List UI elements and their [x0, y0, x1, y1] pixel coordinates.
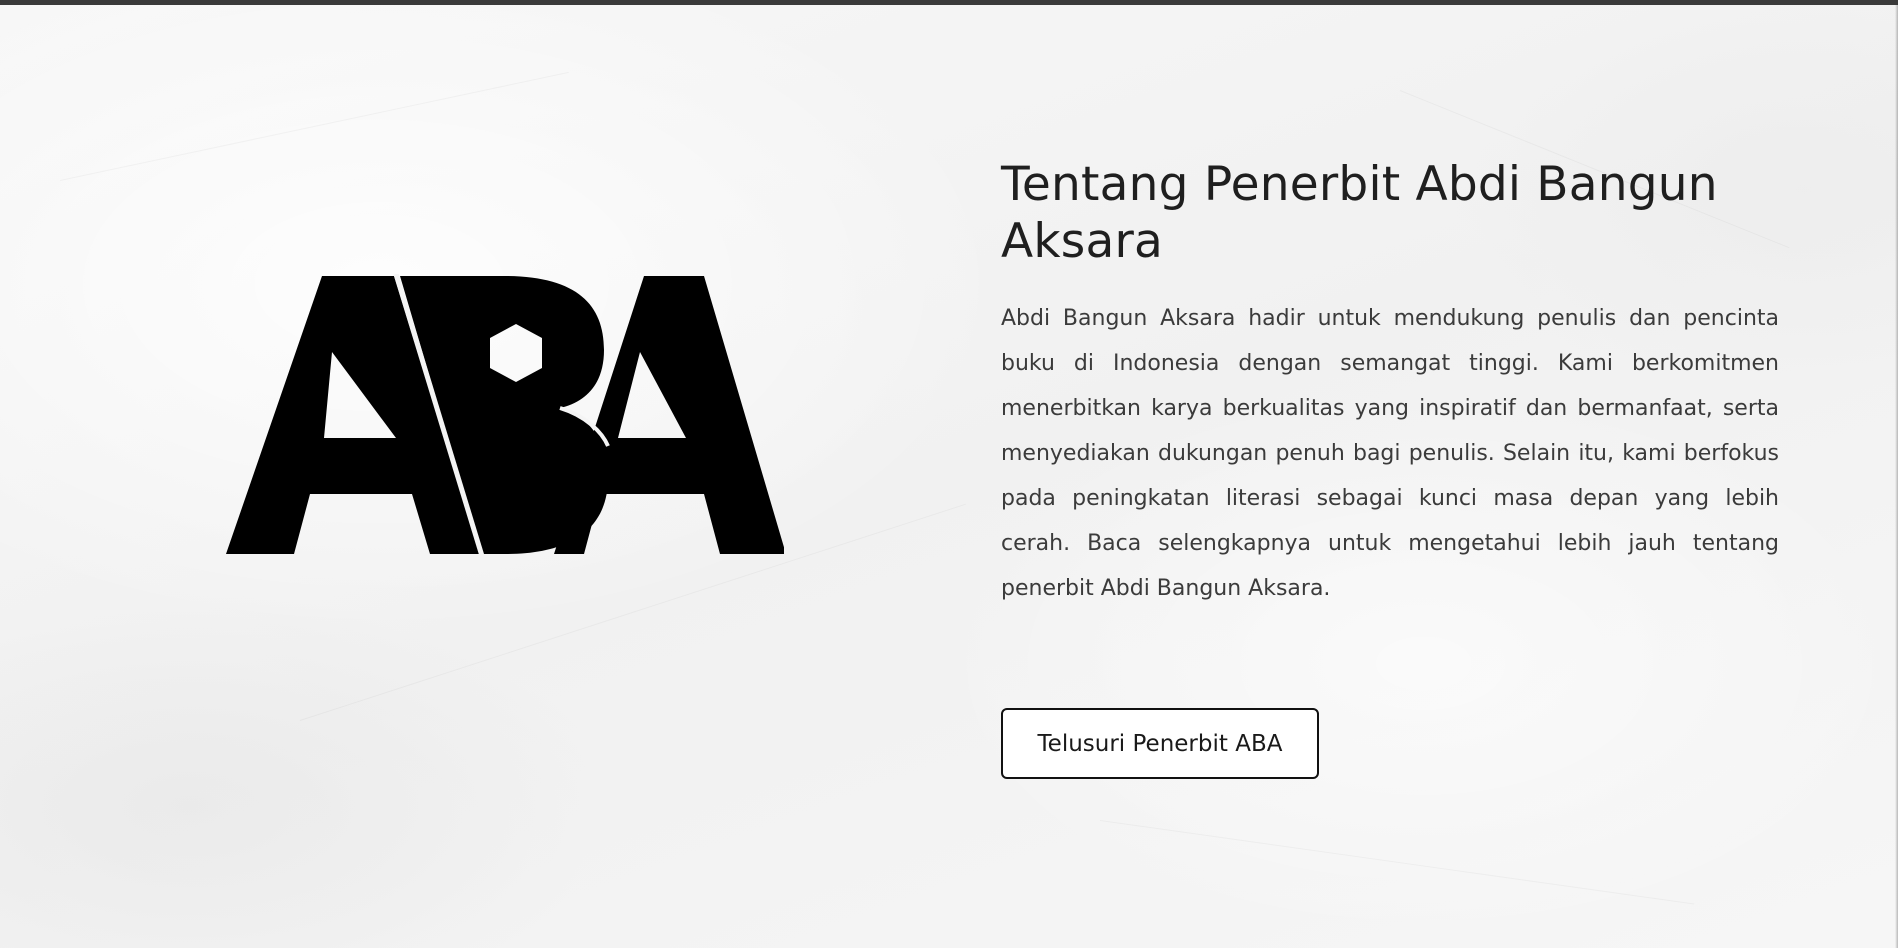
about-section: Tentang Penerbit Abdi Bangun Aksara Abdi…: [1001, 156, 1791, 611]
about-description: Abdi Bangun Aksara hadir untuk mendukung…: [1001, 306, 1779, 601]
about-title: Tentang Penerbit Abdi Bangun Aksara: [1001, 157, 1718, 269]
explore-aba-button[interactable]: Telusuri Penerbit ABA: [1001, 708, 1319, 779]
aba-logo: [224, 274, 784, 556]
paper-crease: [60, 72, 569, 181]
top-border: [0, 0, 1898, 5]
paper-crease: [1100, 820, 1694, 904]
